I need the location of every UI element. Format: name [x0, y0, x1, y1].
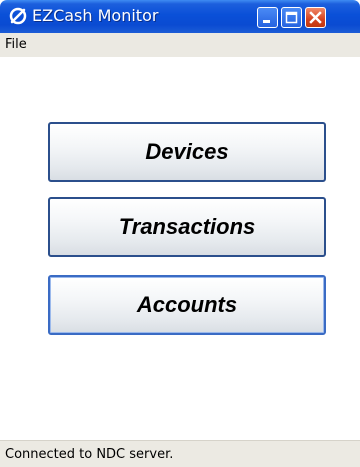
close-button[interactable]: [305, 7, 326, 28]
menu-file[interactable]: File: [5, 36, 27, 54]
app-window: EZCash Monitor File Devices Transactions…: [0, 0, 360, 467]
status-text: Connected to NDC server.: [5, 447, 174, 462]
menu-bar: File: [0, 33, 360, 57]
window-title: EZCash Monitor: [32, 6, 159, 25]
devices-button[interactable]: Devices: [48, 122, 326, 182]
transactions-button[interactable]: Transactions: [48, 197, 326, 257]
status-bar: Connected to NDC server.: [0, 440, 360, 467]
maximize-button[interactable]: [281, 7, 302, 28]
accounts-button[interactable]: Accounts: [48, 275, 326, 335]
title-bar[interactable]: EZCash Monitor: [0, 0, 360, 33]
minimize-button[interactable]: [257, 7, 278, 28]
app-logo-icon: [9, 7, 27, 25]
